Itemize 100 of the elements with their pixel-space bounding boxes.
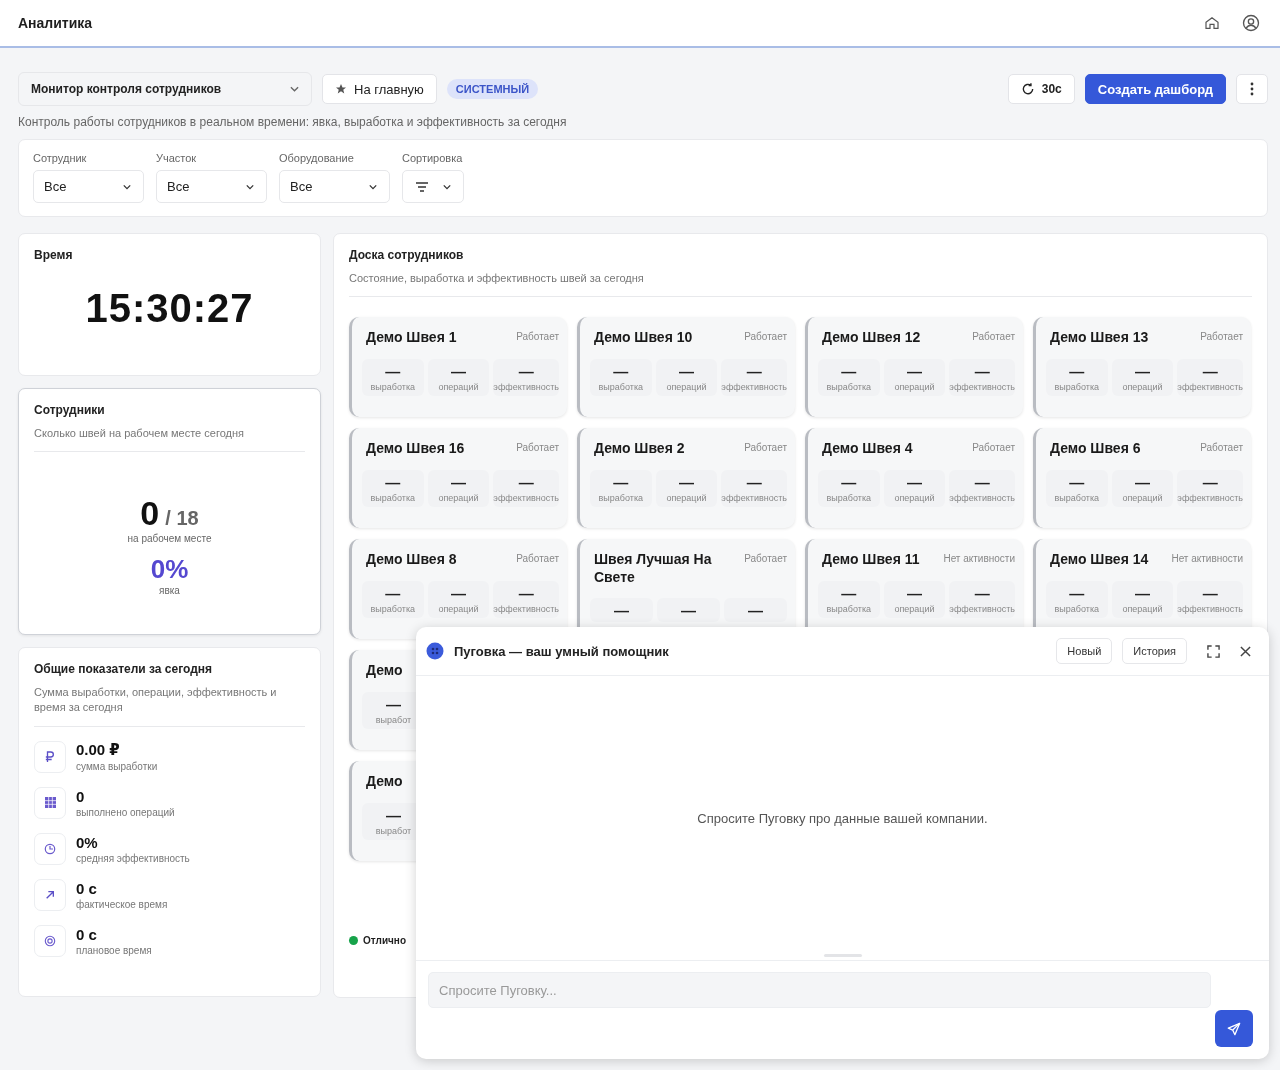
employee-card[interactable]: Демо Швея 6 Работает — выработка — операций — эффективность xyxy=(1033,428,1251,529)
filter-select[interactable]: Все xyxy=(279,170,390,203)
grid-icon xyxy=(44,797,56,809)
metric-label: эффективность xyxy=(1177,492,1243,503)
metric-value: — xyxy=(451,474,466,490)
employee-status: Работает xyxy=(1200,330,1243,343)
employee-status: Работает xyxy=(744,441,787,454)
total-label: плановое время xyxy=(76,944,152,956)
metric-value: — xyxy=(679,474,694,490)
ruble-icon xyxy=(45,750,55,763)
employee-card[interactable]: Демо Швея 2 Работает — выработка — операций — эффективность xyxy=(577,428,795,529)
create-dashboard-button[interactable]: Создать дашборд xyxy=(1084,74,1226,104)
total-label: сумма выработки xyxy=(76,761,158,773)
filter-select[interactable]: Все xyxy=(33,170,144,203)
metric-value: — xyxy=(746,474,762,490)
metric-label: эффективность xyxy=(949,381,1015,392)
metric-value: — xyxy=(613,363,629,379)
sort-select[interactable] xyxy=(402,170,464,203)
metric-value: — xyxy=(1069,585,1085,601)
chat-input[interactable]: Спросите Пуговку... xyxy=(428,972,1211,1008)
close-icon[interactable] xyxy=(1240,645,1251,657)
employee-card[interactable]: Демо Швея 12 Работает — выработка — операций — эффективность xyxy=(805,317,1023,418)
metric-label: операций xyxy=(894,492,935,503)
metric-label: эффективность xyxy=(493,603,559,614)
legend-label: Отлично xyxy=(363,935,406,947)
card-title: Общие показатели за сегодня xyxy=(34,662,214,676)
employee-name: Демо xyxy=(366,662,403,680)
metric-label: выработ xyxy=(375,714,412,725)
employee-name: Демо Швея 12 xyxy=(822,329,921,347)
empty-chat-message: Спросите Пуговку про данные вашей компании. xyxy=(697,810,988,826)
employee-card[interactable]: Демо Швея 10 Работает — выработка — операций — эффективность xyxy=(577,317,795,418)
user-icon[interactable] xyxy=(1242,14,1260,32)
total-value: 0% xyxy=(76,833,99,851)
employee-name: Демо Швея 4 xyxy=(822,440,913,458)
employee-name: Швея Лучшая На Свете xyxy=(594,551,713,587)
total-value: 0.00 ₽ xyxy=(76,741,121,760)
filter-select[interactable]: Все xyxy=(156,170,267,203)
metric-label: выработка xyxy=(598,381,644,392)
assistant-title: Пуговка — ваш умный помощник xyxy=(454,643,669,659)
employee-status: Работает xyxy=(516,441,559,454)
expand-icon[interactable] xyxy=(1207,644,1220,658)
metric-label: операций xyxy=(438,492,479,503)
card-subtitle: Сумма выработки, операции, эффективность и время за сегодня xyxy=(34,685,278,716)
metric-label: эффективность xyxy=(1177,381,1243,392)
metric-value: — xyxy=(907,585,922,601)
employee-card[interactable]: Демо Швея 1 Работает — выработка — операций — эффективность xyxy=(349,317,567,418)
page-title: Аналитика xyxy=(18,15,93,31)
employee-name: Демо Швея 16 xyxy=(366,440,465,458)
employee-name: Демо Швея 6 xyxy=(1050,440,1141,458)
clock-icon xyxy=(44,842,56,855)
employee-status: Работает xyxy=(972,330,1015,343)
assistant-button[interactable]: История xyxy=(1122,638,1187,664)
employee-card[interactable]: Демо Швея 8 Работает — выработка — операций — эффективность xyxy=(349,539,567,640)
metric-value: — xyxy=(1202,363,1218,379)
filter-label: Сортировка xyxy=(402,152,464,164)
employee-card[interactable]: Демо Швея 13 Работает — выработка — операций — эффективность xyxy=(1033,317,1251,418)
assistant-button[interactable]: Новый xyxy=(1056,638,1113,664)
total-label: выполнено операций xyxy=(76,806,175,818)
employee-status: Нет активности xyxy=(943,552,1015,565)
filter-label: Участок xyxy=(156,152,198,164)
refresh-icon xyxy=(1020,82,1035,96)
employee-name: Демо Швея 1 xyxy=(366,329,457,347)
total-label: фактическое время xyxy=(76,898,168,910)
metric-label: выработка xyxy=(370,603,416,614)
employee-status: Нет активности xyxy=(1171,552,1243,565)
board-subtitle: Состояние, выработка и эффективность швей за сегодня xyxy=(349,271,645,286)
send-icon xyxy=(1227,1021,1241,1036)
metric-value: — xyxy=(451,363,466,379)
metric-label: эффективность xyxy=(949,492,1015,503)
home-button[interactable]: На главную xyxy=(322,74,437,104)
metric-label: эффективность xyxy=(1177,603,1243,614)
dashboard-select[interactable]: Монитор контроля сотрудников xyxy=(18,72,312,106)
metric-value: — xyxy=(841,474,857,490)
more-icon xyxy=(1250,82,1254,96)
board-title: Доска сотрудников xyxy=(349,248,465,262)
employee-card[interactable]: Демо Швея 4 Работает — выработка — операций — эффективность xyxy=(805,428,1023,529)
metric-label: выработка xyxy=(826,603,872,614)
metric-value: — xyxy=(386,696,401,712)
metric-label: операций xyxy=(1122,603,1163,614)
metric-label: эффективность xyxy=(493,381,559,392)
arrow-icon xyxy=(45,889,55,900)
employee-name: Демо Швея 8 xyxy=(366,551,457,569)
metric-value: — xyxy=(746,363,762,379)
home-icon[interactable] xyxy=(1204,15,1220,31)
metric-label: операций xyxy=(894,381,935,392)
metric-value: — xyxy=(1135,363,1150,379)
chevron-down-icon xyxy=(290,86,299,92)
employee-name: Демо Швея 13 xyxy=(1050,329,1149,347)
metric-value: — xyxy=(974,585,990,601)
send-button[interactable] xyxy=(1215,1010,1253,1047)
card-title: Сотрудники xyxy=(34,403,106,417)
system-badge: СИСТЕМНЫЙ xyxy=(446,79,539,99)
refresh-button[interactable]: 30с xyxy=(1007,74,1075,104)
metric-label: выработка xyxy=(826,492,872,503)
metric-value: — xyxy=(679,363,694,379)
employee-card[interactable]: Демо Швея 16 Работает — выработка — операций — эффективность xyxy=(349,428,567,529)
metric-value: — xyxy=(1069,363,1085,379)
metric-value: — xyxy=(385,585,401,601)
metric-value: — xyxy=(1135,585,1150,601)
employee-status: Работает xyxy=(744,330,787,343)
